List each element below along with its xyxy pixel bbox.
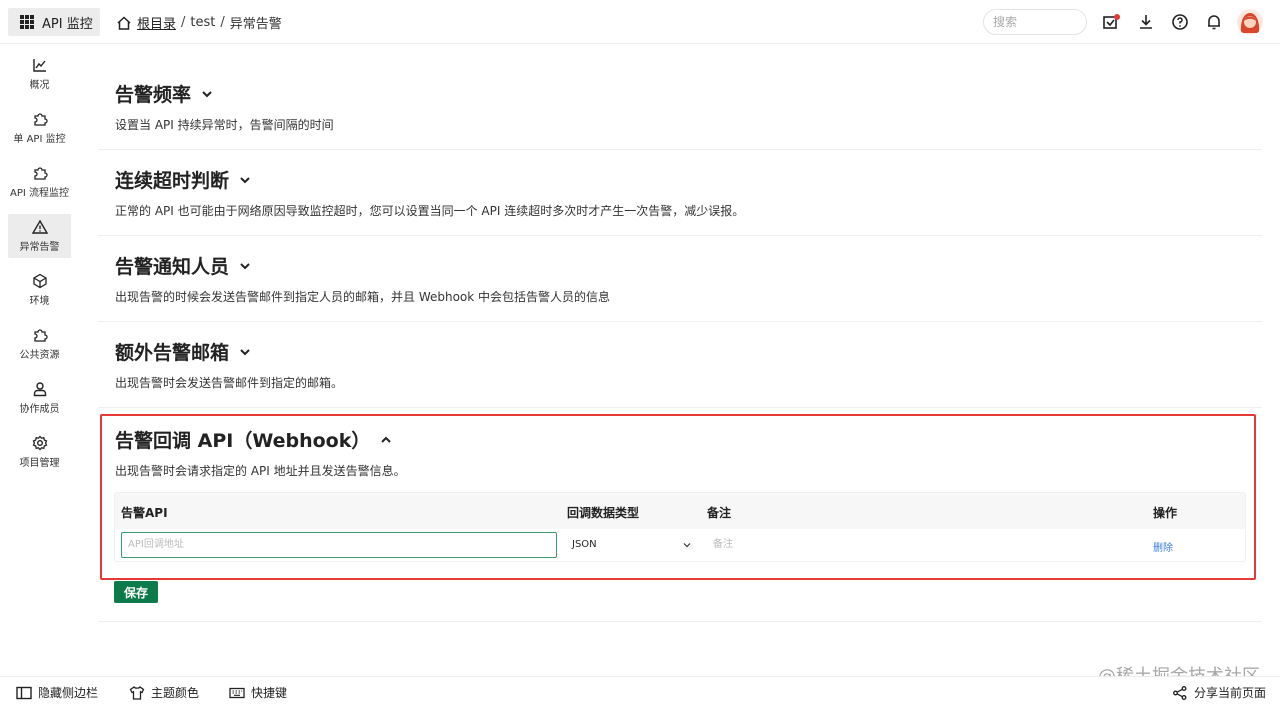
data-type-select[interactable]: JSON: [567, 532, 697, 558]
puzzle-icon: [33, 329, 48, 342]
breadcrumb-current: 异常告警: [229, 17, 282, 32]
section-title: 告警通知人员: [115, 256, 230, 278]
app-title: API 监控: [42, 16, 93, 32]
user-icon: [33, 382, 46, 397]
breadcrumb-root-link[interactable]: 根目录: [137, 13, 176, 32]
puzzle-icon: [33, 113, 48, 126]
cube-icon: [32, 273, 47, 289]
table-header: 告警API 回调数据类型 备注 操作: [115, 493, 1245, 529]
main-content: 告警频率 设置当 API 持续异常时，告警间隔的时间 连续超时判断 正常的 AP…: [98, 44, 1262, 676]
warning-icon: [31, 219, 48, 234]
share-icon: [1173, 685, 1187, 700]
webhook-table: 告警API 回调数据类型 备注 操作 API回调地址 JSON 备注 删除: [114, 492, 1246, 562]
chevron-down-icon: [240, 348, 250, 355]
sidebar-item-api-flow[interactable]: API 流程监控: [8, 160, 71, 204]
bottom-bar: 隐藏侧边栏 主题颜色 快捷键 分享当前页面: [0, 676, 1280, 704]
section-title: 额外告警邮箱: [115, 342, 230, 364]
shortcuts-label: 快捷键: [251, 686, 288, 700]
section-header[interactable]: 连续超时判断: [115, 166, 251, 193]
sidebar-item-single-api[interactable]: 单 API 监控: [8, 106, 71, 150]
breadcrumb-separator: /: [181, 15, 186, 30]
bell-icon[interactable]: [1205, 13, 1223, 31]
remark-input[interactable]: 备注: [707, 532, 1127, 558]
chevron-down-icon: [683, 543, 691, 548]
sidebar-item-label: 单 API 监控: [13, 134, 66, 145]
section-title: 告警频率: [115, 84, 192, 106]
sidebar-item-label: 协作成员: [19, 404, 60, 415]
share-page-button[interactable]: 分享当前页面: [1172, 684, 1266, 701]
section-alert-frequency: 告警频率 设置当 API 持续异常时，告警间隔的时间: [98, 64, 1262, 150]
help-icon[interactable]: [1171, 13, 1189, 31]
section-notify-members: 告警通知人员 出现告警的时候会发送告警邮件到指定人员的邮箱，并且 Webhook…: [98, 236, 1262, 322]
section-description: 出现告警的时候会发送告警邮件到指定人员的邮箱，并且 Webhook 中会包括告警…: [115, 290, 611, 304]
section-description: 设置当 API 持续异常时，告警间隔的时间: [115, 118, 334, 132]
save-button[interactable]: 保存: [114, 581, 158, 603]
theme-color-button[interactable]: 主题颜色: [129, 684, 199, 701]
section-title: 连续超时判断: [115, 170, 230, 192]
sidebar-item-alerts[interactable]: 异常告警: [8, 214, 71, 258]
top-bar: API 监控 根目录 / test / 异常告警 搜索: [0, 0, 1280, 44]
keyboard-icon: [229, 687, 245, 698]
sidebar-toggle-icon: [16, 686, 32, 699]
breadcrumb-separator: /: [220, 15, 225, 30]
gear-icon: [32, 435, 47, 451]
theme-color-label: 主题颜色: [151, 686, 200, 700]
sidebar-item-label: API 流程监控: [10, 188, 69, 199]
sidebar-item-shared-resources[interactable]: 公共资源: [8, 322, 71, 366]
section-description: 出现告警时会发送告警邮件到指定的邮箱。: [115, 376, 344, 390]
hide-sidebar-button[interactable]: 隐藏侧边栏: [16, 684, 98, 701]
search-input[interactable]: 搜索: [983, 9, 1087, 35]
data-type-value: JSON: [572, 539, 597, 550]
section-header[interactable]: 告警频率: [115, 80, 213, 107]
section-timeout: 连续超时判断 正常的 API 也可能由于网络原因导致监控超时，您可以设置当同一个…: [98, 150, 1262, 236]
chevron-down-icon: [240, 262, 250, 269]
sidebar-item-label: 公共资源: [19, 350, 60, 361]
share-page-label: 分享当前页面: [1194, 686, 1267, 700]
section-header[interactable]: 告警通知人员: [115, 252, 251, 279]
section-extra-email: 额外告警邮箱 出现告警时会发送告警邮件到指定的邮箱。: [98, 322, 1262, 408]
task-check-icon[interactable]: [1102, 13, 1120, 31]
delete-button[interactable]: 删除: [1153, 539, 1173, 554]
sidebar-item-label: 概况: [29, 80, 50, 91]
section-description: 正常的 API 也可能由于网络原因导致监控超时，您可以设置当同一个 API 连续…: [115, 204, 745, 218]
breadcrumb-project[interactable]: test: [190, 15, 215, 30]
sidebar-item-project-settings[interactable]: 项目管理: [8, 430, 71, 474]
column-header-data-type: 回调数据类型: [567, 506, 640, 520]
column-header-action: 操作: [1153, 506, 1178, 520]
app-switcher-button[interactable]: API 监控: [8, 8, 100, 36]
sidebar-item-members[interactable]: 协作成员: [8, 376, 71, 420]
shirt-icon: [129, 685, 145, 700]
home-icon: [117, 15, 131, 30]
grid-icon: [20, 15, 34, 29]
api-callback-input[interactable]: API回调地址: [121, 532, 557, 558]
breadcrumb: 根目录 / test / 异常告警: [116, 13, 282, 32]
column-header-remark: 备注: [707, 506, 732, 520]
sidebar-item-label: 异常告警: [19, 242, 60, 253]
chevron-down-icon: [202, 90, 212, 97]
column-header-api: 告警API: [121, 506, 168, 520]
hide-sidebar-label: 隐藏侧边栏: [38, 686, 99, 700]
line-chart-icon: [32, 59, 46, 72]
section-header[interactable]: 额外告警邮箱: [115, 338, 251, 365]
chevron-down-icon: [240, 176, 250, 183]
sidebar-item-label: 环境: [29, 296, 50, 307]
sidebar-item-label: 项目管理: [19, 458, 60, 469]
sidebar: 概况 单 API 监控 API 流程监控 异常告警 环境 公共资源 协作成员 项…: [0, 44, 80, 676]
sidebar-item-overview[interactable]: 概况: [8, 52, 71, 96]
sidebar-item-environment[interactable]: 环境: [8, 268, 71, 312]
avatar[interactable]: [1237, 9, 1263, 35]
puzzle-icon: [33, 167, 48, 180]
shortcuts-button[interactable]: 快捷键: [229, 684, 287, 701]
download-icon[interactable]: [1137, 13, 1155, 31]
